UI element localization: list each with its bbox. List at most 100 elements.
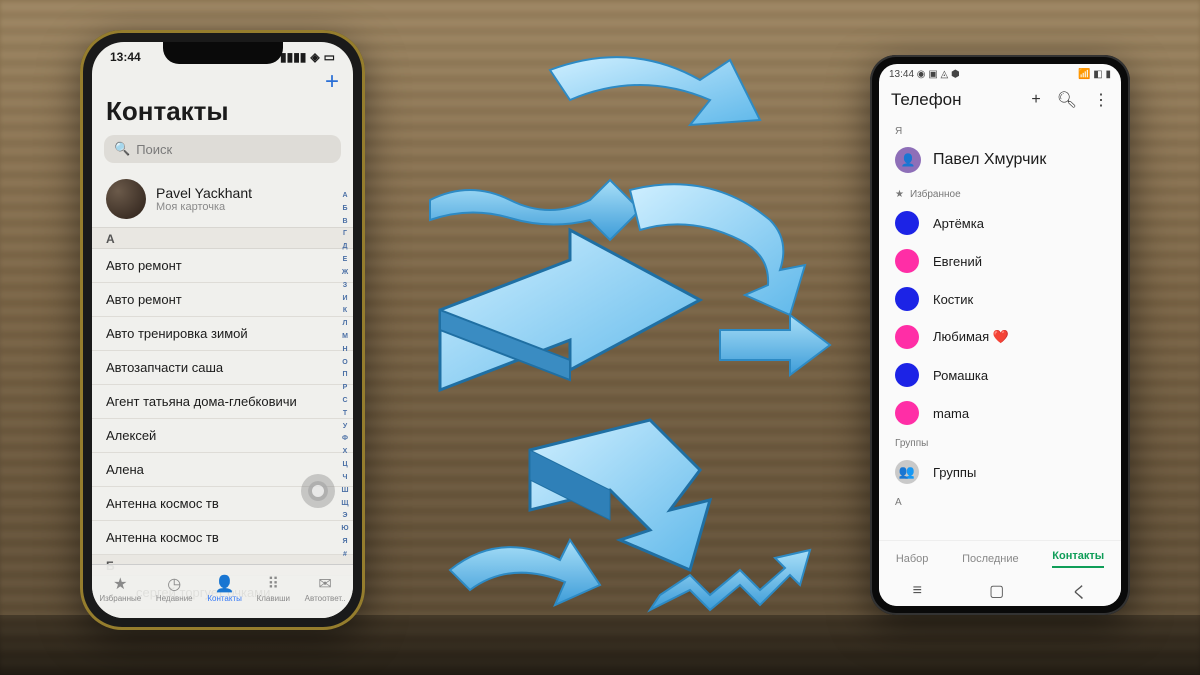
- tab-Клавиши[interactable]: ⠿Клавиши: [257, 575, 290, 603]
- index-letter[interactable]: Ю: [339, 525, 351, 532]
- ios-header: + Контакты: [92, 64, 353, 127]
- add-button[interactable]: +: [1031, 91, 1040, 109]
- bottom-tab-Последние[interactable]: Последние: [962, 553, 1019, 565]
- battery-icon: ▭: [324, 50, 335, 64]
- iphone-screen: 13:44 ▮▮▮▮ ◈ ▭ + Контакты 🔍 Поиск Pavel …: [92, 42, 353, 618]
- my-profile-name: Павел Хмурчик: [933, 151, 1046, 169]
- contact-row[interactable]: Антенна космос тв: [92, 521, 353, 555]
- more-button[interactable]: ⋮: [1093, 90, 1109, 110]
- contact-name: Артёмка: [933, 216, 984, 231]
- groups-icon: 👥: [895, 460, 919, 484]
- iphone-notch: [163, 42, 283, 64]
- ios-time: 13:44: [110, 50, 141, 64]
- search-icon: 🔍: [114, 141, 130, 157]
- my-card-name: Pavel Yackhant: [156, 185, 252, 201]
- index-letter[interactable]: С: [339, 397, 351, 404]
- section-header: А: [92, 228, 353, 249]
- favorite-row[interactable]: Артёмка: [879, 204, 1121, 242]
- my-profile-row[interactable]: 👤 Павел Хмурчик: [879, 141, 1121, 183]
- index-letter[interactable]: Д: [339, 243, 351, 250]
- index-letter[interactable]: Ч: [339, 474, 351, 481]
- index-letter[interactable]: Э: [339, 512, 351, 519]
- index-letter[interactable]: К: [339, 307, 351, 314]
- search-placeholder: Поиск: [136, 142, 172, 157]
- contact-name: Евгений: [933, 254, 982, 269]
- index-letter[interactable]: Т: [339, 410, 351, 417]
- android-bottom-tabs: Набор Последние Контакты: [879, 540, 1121, 576]
- contact-row[interactable]: Агент татьяна дома-глебковичи: [92, 385, 353, 419]
- avatar: [106, 179, 146, 219]
- contact-row[interactable]: Авто тренировка зимой: [92, 317, 353, 351]
- favorite-row[interactable]: Евгений: [879, 242, 1121, 280]
- index-letter[interactable]: В: [339, 218, 351, 225]
- contact-color-icon: [895, 211, 919, 235]
- index-letter[interactable]: Г: [339, 230, 351, 237]
- bottom-tab-Контакты[interactable]: Контакты: [1052, 550, 1104, 568]
- contact-color-icon: [895, 287, 919, 311]
- android-device: 13:44 ◉ ▣ ◬ ⬢ 📶 ◧ ▮ Телефон + 🔍︎ ⋮ Я 👤 П…: [870, 55, 1130, 615]
- index-letter[interactable]: Е: [339, 256, 351, 263]
- index-letter[interactable]: Ж: [339, 269, 351, 276]
- tab-Избранные[interactable]: ★Избранные: [99, 575, 141, 603]
- index-letter[interactable]: Ц: [339, 461, 351, 468]
- favorite-row[interactable]: Любимая ❤️: [879, 318, 1121, 356]
- android-status-bar: 13:44 ◉ ▣ ◬ ⬢ 📶 ◧ ▮: [879, 64, 1121, 82]
- contact-row[interactable]: Авто ремонт: [92, 249, 353, 283]
- index-letter[interactable]: Я: [339, 538, 351, 545]
- tab-Автоответ..[interactable]: ✉Автоответ..: [305, 575, 346, 603]
- profile-icon: 👤: [895, 147, 921, 173]
- contact-name: mama: [933, 406, 969, 421]
- index-letter[interactable]: Б: [339, 205, 351, 212]
- recents-nav-icon[interactable]: ≡: [913, 582, 922, 600]
- assistive-touch[interactable]: [301, 474, 335, 508]
- index-letter[interactable]: П: [339, 371, 351, 378]
- index-letter[interactable]: У: [339, 423, 351, 430]
- tab-label: Недавние: [156, 594, 193, 603]
- index-letter[interactable]: Ш: [339, 487, 351, 494]
- index-letter[interactable]: Н: [339, 346, 351, 353]
- android-header: Телефон + 🔍︎ ⋮: [879, 82, 1121, 120]
- tab-icon: ◷: [164, 575, 184, 593]
- home-nav-icon[interactable]: ▢: [989, 581, 1004, 601]
- contact-name: Любимая ❤️: [933, 329, 1009, 345]
- tab-Контакты[interactable]: 👤Контакты: [207, 575, 242, 603]
- ios-status-icons: ▮▮▮▮ ◈ ▭: [280, 50, 335, 64]
- favorites-section-header: ★ Избранное: [879, 183, 1121, 204]
- add-contact-button[interactable]: +: [106, 70, 339, 94]
- tab-icon: 👤: [215, 575, 235, 593]
- index-letter[interactable]: О: [339, 359, 351, 366]
- index-letter[interactable]: А: [339, 192, 351, 199]
- contact-name: Костик: [933, 292, 973, 307]
- back-nav-icon[interactable]: く: [1071, 579, 1087, 603]
- index-letter[interactable]: М: [339, 333, 351, 340]
- contact-row[interactable]: Авто ремонт: [92, 283, 353, 317]
- search-button[interactable]: 🔍︎: [1057, 90, 1077, 110]
- favorite-row[interactable]: Ромашка: [879, 356, 1121, 394]
- index-letter[interactable]: З: [339, 282, 351, 289]
- contact-color-icon: [895, 401, 919, 425]
- index-letter[interactable]: Щ: [339, 500, 351, 507]
- iphone-device: 13:44 ▮▮▮▮ ◈ ▭ + Контакты 🔍 Поиск Pavel …: [80, 30, 365, 630]
- contact-row[interactable]: Автозапчасти саша: [92, 351, 353, 385]
- tab-Недавние[interactable]: ◷Недавние: [156, 575, 193, 603]
- android-screen: 13:44 ◉ ▣ ◬ ⬢ 📶 ◧ ▮ Телефон + 🔍︎ ⋮ Я 👤 П…: [879, 64, 1121, 606]
- groups-row[interactable]: 👥 Группы: [879, 453, 1121, 491]
- alphabet-index[interactable]: АБВГДЕЖЗИКЛМНОПРСТУФХЦЧШЩЭЮЯ #: [339, 192, 351, 558]
- search-input[interactable]: 🔍 Поиск: [104, 135, 341, 163]
- favorite-row[interactable]: Костик: [879, 280, 1121, 318]
- my-card-sub: Моя карточка: [156, 201, 252, 213]
- tab-icon: ✉: [315, 575, 335, 593]
- index-letter[interactable]: Х: [339, 448, 351, 455]
- tab-icon: ⠿: [263, 575, 283, 593]
- index-letter[interactable]: Р: [339, 384, 351, 391]
- contact-name: Ромашка: [933, 368, 988, 383]
- index-letter[interactable]: И: [339, 295, 351, 302]
- index-letter[interactable]: Ф: [339, 435, 351, 442]
- contact-row[interactable]: Алексей: [92, 419, 353, 453]
- my-card[interactable]: Pavel Yackhant Моя карточка: [92, 171, 353, 228]
- favorite-row[interactable]: mama: [879, 394, 1121, 432]
- index-letter[interactable]: Л: [339, 320, 351, 327]
- index-letter[interactable]: #: [339, 551, 351, 558]
- bottom-tab-Набор[interactable]: Набор: [896, 553, 929, 565]
- favorites-list: Артёмка Евгений Костик Любимая ❤️ Ромашка mam…: [879, 204, 1121, 432]
